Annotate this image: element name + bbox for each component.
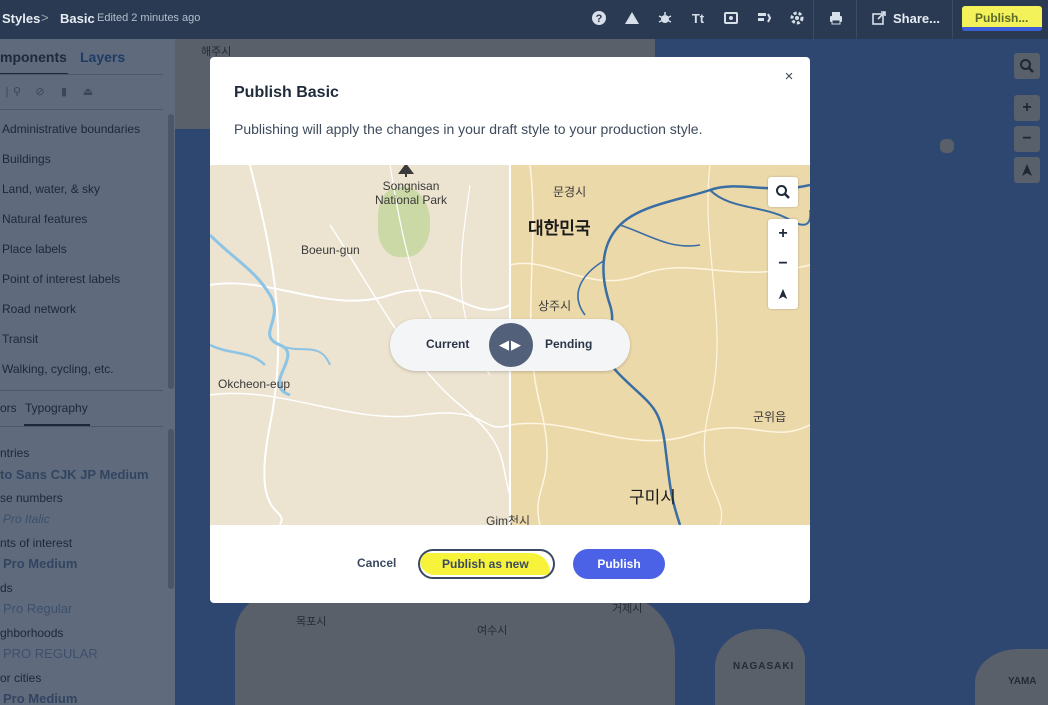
breadcrumb-styles[interactable]: Styles xyxy=(2,11,40,26)
tab-components[interactable]: mponents xyxy=(0,49,67,65)
delete-icon[interactable]: ▮ xyxy=(57,85,71,99)
island xyxy=(940,139,954,153)
print-icon[interactable] xyxy=(827,10,845,28)
tab-colors[interactable]: ors xyxy=(0,401,17,415)
hide-icon[interactable]: ⊘ xyxy=(33,85,47,99)
close-icon[interactable]: × xyxy=(782,68,796,86)
divider xyxy=(0,390,163,391)
zoom-in-icon[interactable]: + xyxy=(768,219,798,249)
layers-icon[interactable] xyxy=(755,10,773,28)
typography-font[interactable]: Pro Italic xyxy=(3,512,50,526)
publish-button[interactable]: Publish... xyxy=(962,6,1042,31)
zoom-out-icon[interactable]: − xyxy=(1014,126,1040,152)
current-label: Current xyxy=(426,337,470,351)
typography-font[interactable]: to Sans CJK JP Medium xyxy=(0,467,149,482)
component-item[interactable]: Transit xyxy=(2,332,38,346)
typography-label: ghborhoods xyxy=(0,626,64,640)
filter-icon[interactable]: ⚲ xyxy=(10,85,24,99)
map-search-button[interactable] xyxy=(768,177,798,207)
typography-label: ntries xyxy=(0,446,30,460)
eject-icon[interactable]: ⏏ xyxy=(81,85,95,99)
publish-as-new-label: Publish as new xyxy=(442,557,529,571)
image-icon[interactable] xyxy=(722,10,740,28)
help-icon[interactable]: ? xyxy=(590,10,608,28)
style-name: Basic xyxy=(60,11,95,26)
toolbar-divider xyxy=(952,0,953,39)
typography-font[interactable]: PRO REGULAR xyxy=(3,646,98,661)
share-icon[interactable] xyxy=(870,10,888,28)
tab-typography[interactable]: Typography xyxy=(25,401,88,415)
publish-as-new-button[interactable]: Publish as new xyxy=(418,549,555,579)
pending-label: Pending xyxy=(545,337,593,351)
map-label: Boeun-gun xyxy=(301,243,360,257)
typography-font[interactable]: Pro Regular xyxy=(3,601,72,616)
compass-icon[interactable] xyxy=(1014,157,1040,183)
publish-dialog: Publish Basic × Publishing will apply th… xyxy=(210,57,810,603)
divider xyxy=(0,74,163,75)
component-item[interactable]: Natural features xyxy=(2,212,87,226)
map-label: 상주시 xyxy=(538,299,572,313)
typography-label: or cities xyxy=(0,671,42,685)
map-label: 문경시 xyxy=(553,185,587,199)
share-button[interactable]: Share... xyxy=(893,11,940,26)
map-label: Songnisan National Park xyxy=(375,179,448,207)
publish-confirm-button[interactable]: Publish xyxy=(573,549,665,579)
typography-label: nts of interest xyxy=(0,536,73,550)
settings-icon[interactable] xyxy=(788,10,806,28)
compare-map[interactable]: Songnisan National Park Boeun-gun Okcheo… xyxy=(210,165,810,525)
typography-label: se numbers xyxy=(0,491,63,505)
typography-icon[interactable]: Tt xyxy=(689,10,707,28)
warning-icon[interactable] xyxy=(623,10,641,28)
top-bar: Styles > Basic Edited 2 minutes ago ? Tt… xyxy=(0,0,1048,39)
component-item[interactable]: Land, water, & sky xyxy=(2,182,100,196)
map-label: 목포시 xyxy=(296,616,327,628)
search-icon xyxy=(768,177,798,207)
compass-icon[interactable] xyxy=(768,279,798,309)
map-label: 대한민국 xyxy=(528,219,591,238)
land-mass xyxy=(235,594,675,705)
map-label: YAMA xyxy=(1008,676,1037,687)
component-item[interactable]: Buildings xyxy=(2,152,51,166)
toolbar-divider xyxy=(856,0,857,39)
map-label: NAGASAKI xyxy=(733,661,795,672)
publish-button-label: Publish... xyxy=(975,11,1029,25)
dialog-title: Publish Basic xyxy=(234,84,339,101)
component-item[interactable]: Place labels xyxy=(2,242,67,256)
left-panel: mponents Layers | ⚲ ⊘ ▮ ⏏ Administrative… xyxy=(0,39,175,705)
compare-handle-icon[interactable]: ◀▶ xyxy=(489,323,533,367)
map-label: 군위읍 xyxy=(753,410,787,424)
typography-font[interactable]: Pro Medium xyxy=(3,691,77,705)
edited-status: Edited 2 minutes ago xyxy=(97,12,201,24)
dialog-description: Publishing will apply the changes in you… xyxy=(234,121,703,137)
components-scrollbar[interactable] xyxy=(168,114,174,389)
component-item[interactable]: Road network xyxy=(2,302,76,316)
typography-scrollbar[interactable] xyxy=(168,429,174,589)
map-label: Gim천시 xyxy=(486,514,531,525)
typography-label: ds xyxy=(0,581,13,595)
component-item[interactable]: Administrative boundaries xyxy=(2,122,140,136)
divider xyxy=(0,426,163,427)
breadcrumb-separator: > xyxy=(41,10,49,25)
map-zoom-controls: + − xyxy=(768,219,798,309)
toolbar-divider xyxy=(813,0,814,39)
compare-slider[interactable]: Current ◀▶ Pending xyxy=(390,319,630,371)
component-item[interactable]: Walking, cycling, etc. xyxy=(2,362,114,376)
tab-layers[interactable]: Layers xyxy=(80,49,125,65)
cancel-button[interactable]: Cancel xyxy=(357,556,396,570)
component-item[interactable]: Point of interest labels xyxy=(2,272,120,286)
svg-text:?: ? xyxy=(596,13,603,25)
map-label: 여수시 xyxy=(477,625,508,637)
zoom-in-icon[interactable]: + xyxy=(1014,95,1040,121)
bug-icon[interactable] xyxy=(656,10,674,28)
zoom-out-icon[interactable]: − xyxy=(768,249,798,279)
divider xyxy=(0,109,163,110)
map-label: Okcheon-eup xyxy=(218,377,291,391)
search-icon[interactable] xyxy=(1014,53,1040,79)
map-label: 구미시 xyxy=(629,488,676,507)
typography-font[interactable]: Pro Medium xyxy=(3,556,77,571)
